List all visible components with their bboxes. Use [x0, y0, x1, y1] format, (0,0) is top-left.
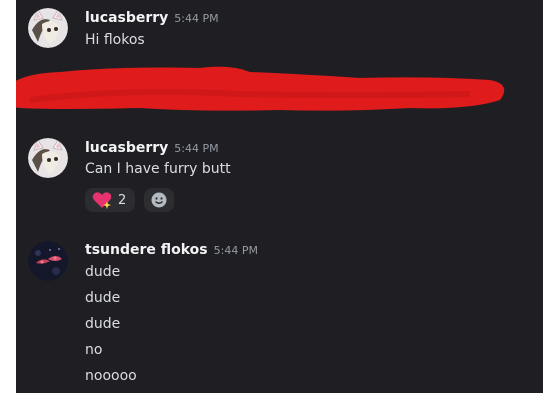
- username[interactable]: tsundere flokos: [85, 242, 208, 258]
- cat-avatar-icon: [28, 138, 68, 178]
- timestamp: 5:44 PM: [213, 244, 258, 257]
- message-text: dude: [85, 316, 121, 332]
- username[interactable]: lucasberry: [85, 140, 168, 156]
- message-header: lucasberry 5:44 PM: [85, 10, 219, 26]
- timestamp: 5:44 PM: [174, 12, 219, 25]
- username[interactable]: lucasberry: [85, 10, 168, 26]
- cat-avatar-icon: [28, 8, 68, 48]
- sparkling-heart-icon: [92, 192, 112, 209]
- dark-floral-avatar-icon: [28, 241, 68, 281]
- chat-panel: lucasberry 5:44 PM Hi flokos lucasberry 5:…: [16, 0, 543, 393]
- message-text: Hi flokos: [85, 32, 145, 48]
- message-text: dude: [85, 264, 121, 280]
- user-avatar[interactable]: [28, 241, 68, 281]
- message-text: dude: [85, 290, 121, 306]
- reaction-count: 2: [118, 192, 127, 208]
- message-header: tsundere flokos 5:44 PM: [85, 242, 258, 258]
- add-reaction-button[interactable]: [144, 188, 174, 212]
- message-text: Can I have furry butt: [85, 161, 231, 177]
- user-avatar[interactable]: [28, 8, 68, 48]
- redaction-scribble: [16, 66, 505, 111]
- smiley-icon: [151, 192, 167, 208]
- message-text: nooooo: [85, 368, 137, 384]
- user-avatar[interactable]: [28, 138, 68, 178]
- timestamp: 5:44 PM: [174, 142, 219, 155]
- message-header: lucasberry 5:44 PM: [85, 140, 219, 156]
- reaction-button[interactable]: 2: [85, 188, 135, 212]
- message-text: no: [85, 342, 103, 358]
